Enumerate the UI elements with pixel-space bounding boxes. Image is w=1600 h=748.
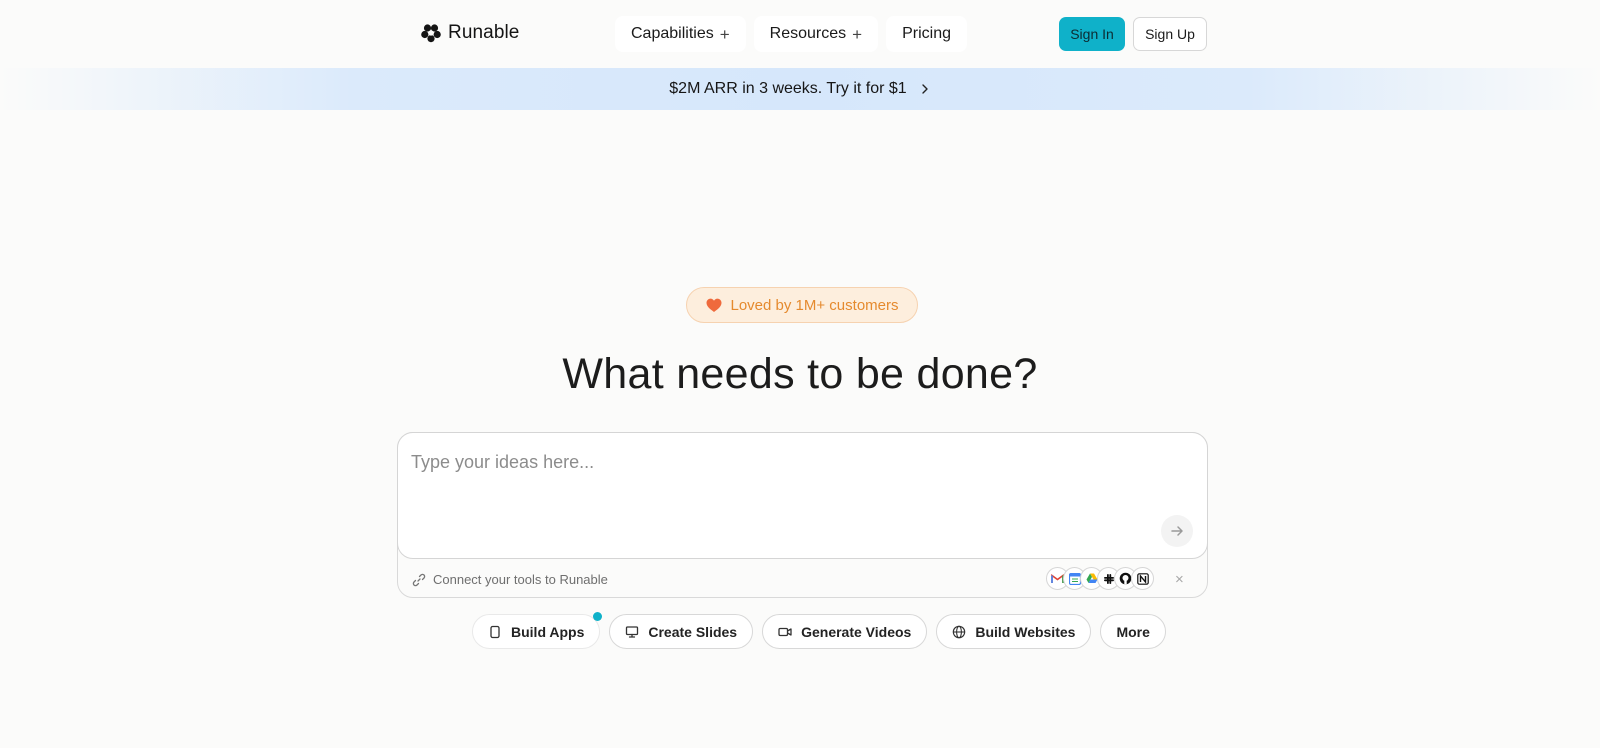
notion-icon bbox=[1131, 567, 1154, 590]
new-indicator-dot bbox=[593, 612, 603, 621]
chip-generate-videos[interactable]: Generate Videos bbox=[762, 614, 928, 649]
sign-up-button[interactable]: Sign Up bbox=[1133, 17, 1207, 51]
quick-actions: Build Apps Create Slides Generate Videos… bbox=[472, 612, 1166, 649]
presentation-icon bbox=[626, 625, 639, 638]
sign-in-button[interactable]: Sign In bbox=[1059, 17, 1125, 51]
chevron-right-icon bbox=[922, 84, 928, 94]
chip-build-apps[interactable]: Build Apps bbox=[472, 612, 603, 649]
close-icon[interactable]: × bbox=[1175, 572, 1184, 587]
chip-generate-videos-label: Generate Videos bbox=[801, 623, 912, 640]
chip-create-slides[interactable]: Create Slides bbox=[609, 614, 754, 649]
connect-tools-row: Connect your tools to Runable × bbox=[412, 567, 1192, 592]
submit-button[interactable] bbox=[1161, 515, 1193, 547]
prompt-area bbox=[397, 432, 1208, 559]
globe-icon bbox=[953, 625, 966, 638]
nav-capabilities-label: Capabilities bbox=[631, 25, 714, 42]
badge-text: Loved by 1M+ customers bbox=[730, 296, 899, 314]
chip-more[interactable]: More bbox=[1100, 614, 1166, 649]
announcement-banner[interactable]: $2M ARR in 3 weeks. Try it for $1 bbox=[0, 68, 1600, 110]
tool-icons[interactable] bbox=[1046, 567, 1154, 590]
brand-logo[interactable]: Runable bbox=[421, 22, 519, 44]
chip-create-slides-label: Create Slides bbox=[648, 623, 738, 640]
chip-build-apps-label: Build Apps bbox=[511, 623, 585, 640]
chip-build-websites[interactable]: Build Websites bbox=[936, 614, 1092, 649]
heart-icon bbox=[706, 298, 721, 312]
chip-build-websites-label: Build Websites bbox=[975, 623, 1076, 640]
top-header: Runable Capabilities + Resources + Prici… bbox=[0, 0, 1600, 68]
phone-icon bbox=[490, 625, 500, 638]
arrow-right-icon bbox=[1171, 526, 1183, 536]
nav-pricing-label: Pricing bbox=[902, 25, 951, 42]
hero-title: What needs to be done? bbox=[562, 350, 1038, 398]
banner-text: $2M ARR in 3 weeks. Try it for $1 bbox=[669, 80, 907, 97]
connect-tools-link[interactable]: Connect your tools to Runable bbox=[433, 572, 608, 587]
plus-icon: + bbox=[852, 24, 863, 44]
nav-resources[interactable]: Resources + bbox=[753, 16, 879, 52]
link-icon bbox=[412, 573, 426, 587]
page: Runable Capabilities + Resources + Prici… bbox=[0, 0, 1600, 748]
prompt-input[interactable] bbox=[411, 447, 1131, 477]
video-icon bbox=[778, 627, 792, 636]
brand-name: Runable bbox=[448, 22, 520, 43]
nav-resources-label: Resources bbox=[769, 25, 847, 42]
runable-logo-icon bbox=[421, 24, 441, 43]
social-proof-badge: Loved by 1M+ customers bbox=[686, 287, 918, 323]
nav-pricing[interactable]: Pricing bbox=[886, 16, 967, 52]
nav-capabilities[interactable]: Capabilities + bbox=[615, 16, 746, 52]
prompt-card: Connect your tools to Runable bbox=[397, 432, 1208, 598]
chip-more-label: More bbox=[1116, 623, 1150, 640]
plus-icon: + bbox=[719, 24, 730, 44]
main-nav: Capabilities + Resources + Pricing bbox=[615, 16, 967, 52]
